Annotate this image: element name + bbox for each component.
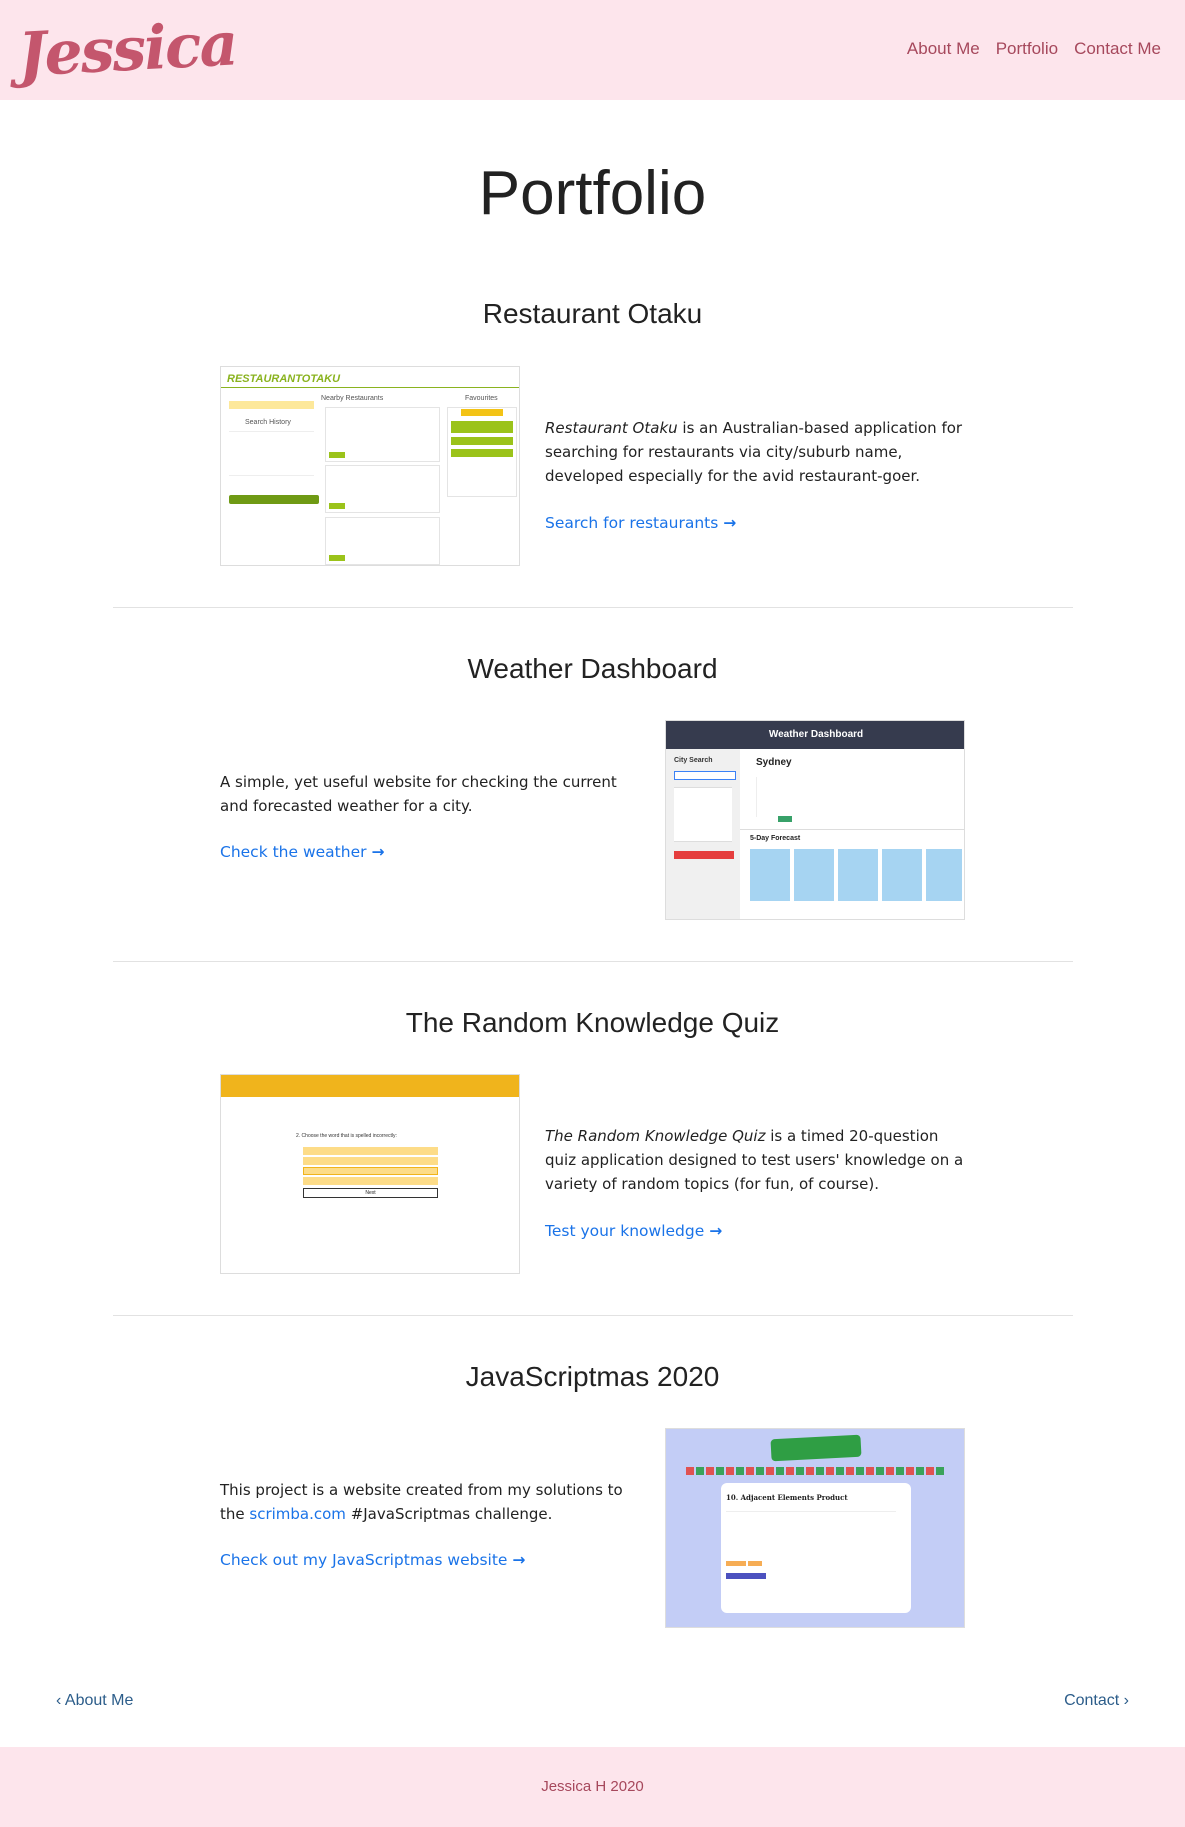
project-screenshot: 2. Choose the word that is spelled incor… <box>220 1074 520 1274</box>
shot-day-buttons <box>686 1467 946 1475</box>
shot-separator <box>740 829 964 830</box>
chevron-left-icon: ‹ <box>56 1692 62 1709</box>
shot-answer <box>303 1147 438 1155</box>
project-description-text: #JavaScriptmas challenge. <box>345 1505 553 1523</box>
project-link-label: Check out my JavaScriptmas website <box>220 1551 508 1569</box>
project-link-label: Search for restaurants <box>545 514 719 532</box>
shot-answer <box>303 1167 438 1175</box>
shot-fav-item <box>451 437 513 445</box>
navbar: Jessica About Me Portfolio Contact Me <box>0 0 1185 100</box>
project-link[interactable]: Search for restaurants → <box>545 514 736 532</box>
project-title: JavaScriptmas 2020 <box>465 1361 720 1392</box>
shot-next-button: Next <box>303 1188 438 1198</box>
shot-city-search: City Search <box>674 757 713 764</box>
arrow-right-icon: → <box>709 1222 723 1240</box>
shot-forecast-title: 5-Day Forecast <box>750 835 801 842</box>
shot-add-button <box>748 1561 762 1566</box>
shot-text <box>726 1511 896 1527</box>
footer-text: Jessica H 2020 <box>541 1778 644 1795</box>
shot-history-list <box>229 431 314 476</box>
shot-forecast-card <box>838 849 878 901</box>
shot-uv-badge <box>778 816 792 822</box>
shot-city-list <box>674 787 732 842</box>
arrow-right-icon: → <box>512 1551 526 1569</box>
shot-favs: Favourites <box>465 395 498 402</box>
project-description: The Random Knowledge Quiz is a timed 20-… <box>545 1124 970 1196</box>
shot-question: 2. Choose the word that is spelled incor… <box>296 1133 397 1139</box>
arrow-right-icon: → <box>371 843 385 861</box>
project-screenshot: Weather Dashboard City Search Sydney 5-D… <box>665 720 965 920</box>
shot-logo: RESTAURANTOTAKU <box>227 373 341 385</box>
arrow-right-icon: → <box>723 514 737 532</box>
shot-badge <box>329 503 345 509</box>
shot-heading: Nearby Restaurants <box>321 395 384 402</box>
shot-search-box <box>229 401 314 409</box>
nav-about-link[interactable]: About Me <box>907 39 980 59</box>
project-title: Weather Dashboard <box>467 653 718 684</box>
prev-page-link[interactable]: ‹ About Me <box>56 1692 133 1710</box>
project-description: Restaurant Otaku is an Australian-based … <box>545 416 970 488</box>
prev-page-label: About Me <box>64 1692 134 1709</box>
next-page-link[interactable]: Contact › <box>1064 1692 1129 1710</box>
shot-fav-button <box>461 409 503 416</box>
shot-history: Search History <box>245 419 291 426</box>
project-link[interactable]: Test your knowledge → <box>545 1222 722 1240</box>
page-title: Portfolio <box>478 159 707 228</box>
next-page-label: Contact <box>1064 1692 1120 1709</box>
shot-input <box>726 1561 746 1566</box>
footer: Jessica H 2020 <box>0 1747 1185 1827</box>
shot-forecast-card <box>882 849 922 901</box>
project-title: Restaurant Otaku <box>482 298 703 329</box>
shot-card <box>721 1483 911 1613</box>
project-link-label: Check the weather <box>220 843 367 861</box>
shot-stats <box>756 777 846 817</box>
shot-badge <box>329 555 345 561</box>
shot-clear-button <box>674 851 734 859</box>
scrimba-link[interactable]: scrimba.com <box>249 1505 346 1523</box>
project-link[interactable]: Check out my JavaScriptmas website → <box>220 1551 525 1569</box>
section-divider <box>113 607 1073 608</box>
shot-clear-button <box>229 495 319 504</box>
section-divider <box>113 1315 1073 1316</box>
shot-divider <box>221 387 519 388</box>
shot-submit-button <box>726 1573 766 1579</box>
shot-city-input <box>674 771 736 780</box>
nav-contact-link[interactable]: Contact Me <box>1074 39 1161 59</box>
shot-logo <box>770 1434 862 1462</box>
shot-forecast-card <box>926 849 962 901</box>
project-link[interactable]: Check the weather → <box>220 843 384 861</box>
shot-header: Weather Dashboard <box>768 729 864 740</box>
project-description: This project is a website created from m… <box>220 1478 645 1526</box>
shot-header-bar <box>221 1075 519 1097</box>
shot-answer <box>303 1177 438 1185</box>
shot-badge <box>329 452 345 458</box>
nav-portfolio-link[interactable]: Portfolio <box>996 39 1058 59</box>
project-description: A simple, yet useful website for checkin… <box>220 773 617 815</box>
project-title: The Random Knowledge Quiz <box>405 1007 780 1038</box>
chevron-right-icon: › <box>1123 1692 1129 1709</box>
shot-fav-item <box>451 449 513 457</box>
shot-heading: 10. Adjacent Elements Product <box>726 1493 848 1502</box>
project-name-emphasis: Restaurant Otaku <box>545 419 678 437</box>
project-link-label: Test your knowledge <box>545 1222 705 1240</box>
nav-links: About Me Portfolio Contact Me <box>907 39 1161 59</box>
section-divider <box>113 961 1073 962</box>
project-screenshot: 10. Adjacent Elements Product <box>665 1428 965 1628</box>
shot-answer <box>303 1157 438 1165</box>
brand-logo[interactable]: Jessica <box>16 6 238 93</box>
shot-forecast-card <box>750 849 790 901</box>
project-screenshot: RESTAURANTOTAKU Nearby Restaurants Searc… <box>220 366 520 566</box>
shot-fav-item <box>451 421 513 433</box>
project-name-emphasis: The Random Knowledge Quiz <box>545 1127 766 1145</box>
shot-city: Sydney <box>756 757 792 768</box>
shot-forecast-card <box>794 849 834 901</box>
